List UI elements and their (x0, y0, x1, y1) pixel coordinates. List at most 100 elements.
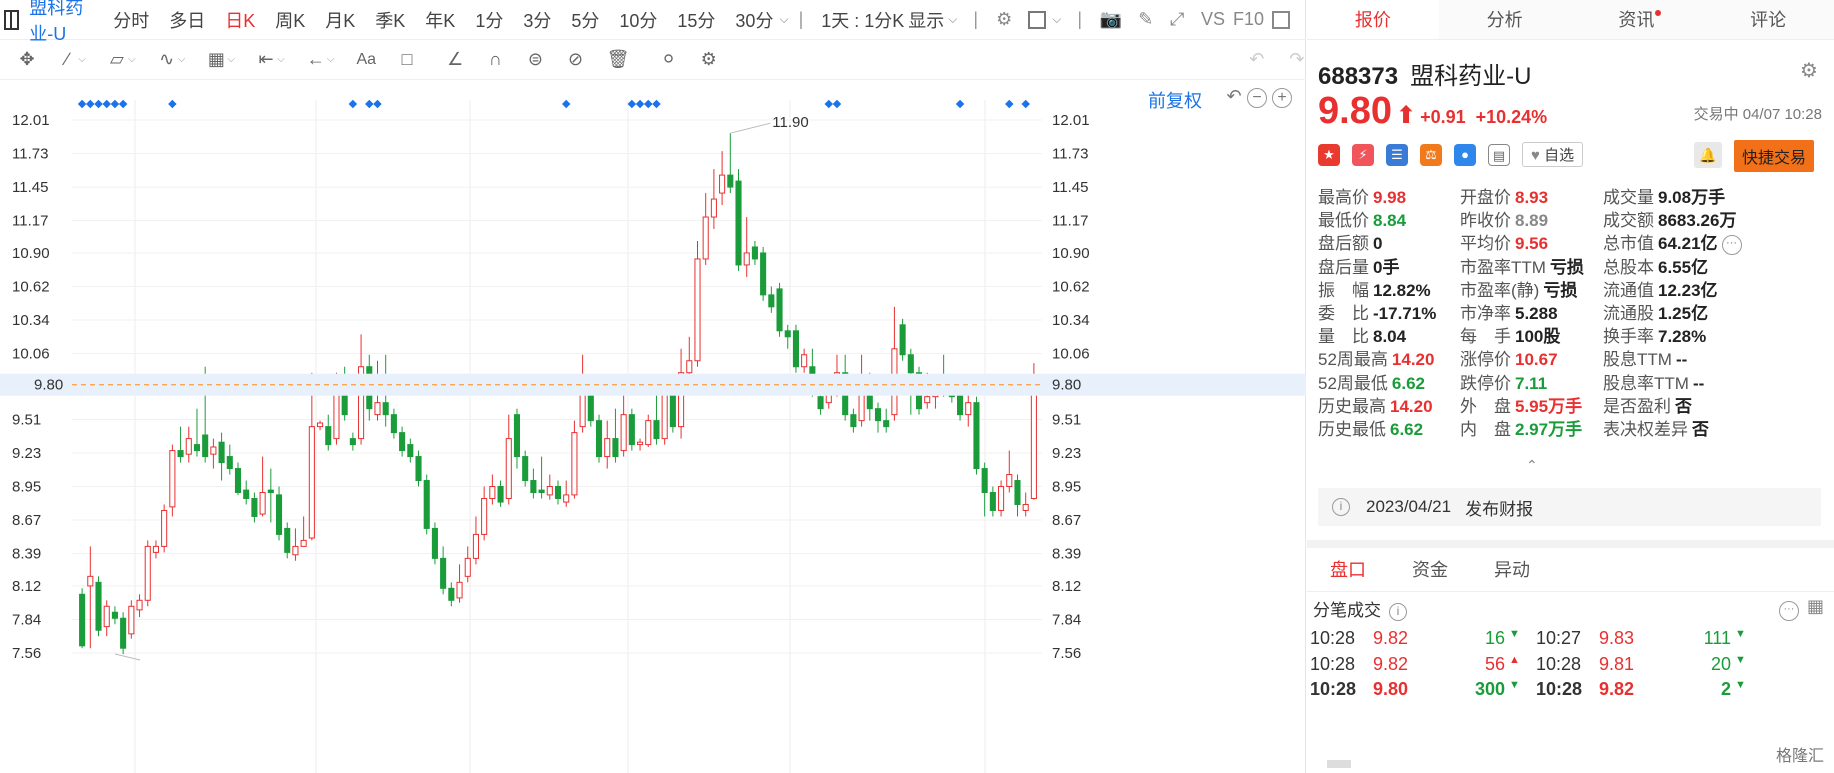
trash-icon[interactable]: 🗑 (607, 48, 630, 72)
bell-icon[interactable]: 🔔 (1694, 142, 1722, 168)
fib-tool-icon[interactable]: ▦ (207, 48, 225, 72)
comment-icon[interactable]: □ (398, 48, 416, 72)
quick-trade-button[interactable]: 快捷交易 (1734, 140, 1815, 172)
candle-body (792, 330, 799, 368)
earnings-notice[interactable]: i 2023/04/21 发布财报 (1318, 488, 1821, 526)
chevron-down-icon[interactable]: ⌵ (327, 54, 335, 65)
kline-svg[interactable]: 12.01 12.01 11.73 11.73 11.45 11.45 11.17 11.17… (0, 80, 1306, 773)
period-tab-4[interactable]: 月K (325, 7, 355, 33)
candle-body (760, 252, 767, 296)
tag-icon[interactable]: ● (1454, 143, 1476, 166)
event-marker (168, 99, 177, 109)
range-selector[interactable]: 1天 : 1分K (821, 7, 904, 33)
panel-toggle-icon[interactable] (1272, 9, 1290, 31)
reset-icon[interactable]: ↶ (1224, 87, 1244, 108)
channel-tool-icon[interactable]: ▱ (108, 48, 126, 72)
tab-orderbook[interactable]: 盘口 (1307, 548, 1389, 591)
trend-line (114, 653, 141, 661)
candle-body (505, 438, 512, 499)
more-icon[interactable]: ··· (1778, 601, 1799, 621)
period-tab-12[interactable]: 30分 (735, 7, 773, 33)
grid-icon[interactable]: ▦ (1807, 596, 1824, 616)
period-tab-10[interactable]: 10分 (619, 7, 657, 33)
candle-body (431, 527, 438, 559)
quote-settings-icon[interactable]: ⚙ (1800, 58, 1820, 82)
magnet-icon[interactable]: ∩ (486, 48, 504, 72)
document-icon[interactable]: ▤ (1488, 143, 1510, 166)
collapse-chevron-icon[interactable]: ⌃ (1526, 457, 1538, 474)
china-flag-icon[interactable]: ★ (1318, 143, 1340, 166)
more-icon[interactable]: ··· (1721, 234, 1742, 255)
settings-gear-icon[interactable]: ⚙ (996, 9, 1012, 31)
chevron-down-icon[interactable]: ⌵ (128, 54, 136, 65)
arrow-tool-icon[interactable]: ← (307, 48, 325, 72)
watchlist-button[interactable]: ♥ 自选 (1522, 142, 1584, 167)
move-cross-icon[interactable]: ✥ (18, 48, 36, 72)
hide-icon[interactable]: ⊘ (567, 48, 585, 72)
y-tick-label-right: 11.45 (1052, 179, 1088, 196)
chevron-down-icon[interactable]: ⌵ (178, 54, 186, 65)
pen-icon[interactable]: ✎ (1138, 9, 1153, 31)
f10-button[interactable]: F10 (1233, 9, 1264, 30)
display-chevron-icon[interactable]: ⌵ (948, 12, 957, 27)
line-tool-icon[interactable]: ∕ (58, 48, 76, 72)
stock-header: 688373 盟科药业-U (1318, 56, 1531, 91)
vs-button[interactable]: VS (1201, 9, 1225, 30)
event-marker (955, 99, 965, 109)
balance-icon[interactable]: ⚖ (1420, 143, 1442, 166)
chevron-down-icon[interactable]: ⌵ (78, 54, 86, 65)
period-more-chevron-icon[interactable]: ⌵ (779, 12, 788, 27)
candle-body (111, 611, 118, 619)
tab-analysis[interactable]: 分析 (1439, 0, 1571, 39)
lightning-icon[interactable]: ⚡ (1352, 143, 1374, 166)
fullscreen-icon[interactable]: ⤢ (1169, 9, 1184, 31)
adjust-mode-button[interactable]: 前复权 (1148, 87, 1202, 113)
candle-body (497, 486, 504, 503)
toolbar-settings-icon[interactable]: ⚙ (700, 48, 718, 72)
period-tab-11[interactable]: 15分 (677, 7, 715, 33)
sidebar-toggle-icon[interactable] (4, 9, 20, 30)
tab-quote[interactable]: 报价 (1307, 0, 1439, 39)
candle-body (120, 617, 127, 649)
tab-movement[interactable]: 异动 (1471, 548, 1553, 591)
scrollbar-thumb[interactable] (1327, 760, 1351, 768)
checkbox-icon[interactable] (1028, 9, 1047, 31)
chevron-down-icon[interactable]: ⌵ (227, 54, 235, 65)
period-tab-9[interactable]: 5分 (571, 7, 599, 33)
measure-tool-icon[interactable]: ⇤ (257, 48, 275, 72)
period-tab-7[interactable]: 1分 (475, 7, 503, 33)
database-icon[interactable]: ☰ (1386, 143, 1408, 166)
period-tab-6[interactable]: 年K (425, 7, 455, 33)
period-tab-1[interactable]: 多日 (169, 7, 205, 33)
event-marker (77, 99, 87, 109)
quote-field: 流通股 1.25亿 (1603, 299, 1708, 324)
trades-tools: ··· ▦ (1778, 596, 1824, 621)
link-icon[interactable]: ⚪ (660, 48, 678, 72)
wave-tool-icon[interactable]: ∿ (158, 48, 176, 72)
redo-icon[interactable]: ↷ (1288, 48, 1306, 72)
period-tab-3[interactable]: 周K (275, 7, 305, 33)
period-tab-2[interactable]: 日K (225, 7, 255, 33)
display-menu[interactable]: 显示 (908, 7, 944, 33)
lock-icon[interactable]: ⊜ (526, 48, 544, 72)
period-tab-0[interactable]: 分时 (113, 7, 149, 33)
text-tool-icon[interactable]: Aa (356, 48, 376, 72)
candle-body (177, 450, 184, 458)
chevron-down-icon[interactable]: ⌵ (277, 54, 285, 65)
info-icon[interactable]: i (1389, 602, 1407, 621)
kline-chart[interactable]: 12.01 12.01 11.73 11.73 11.45 11.45 11.17 11.17… (0, 80, 1306, 773)
tab-capital[interactable]: 资金 (1389, 548, 1471, 591)
zoom-out-icon[interactable]: − (1247, 88, 1267, 108)
field-label: 盘后额 (1318, 234, 1369, 254)
period-tab-5[interactable]: 季K (375, 7, 405, 33)
symbol-name[interactable]: 盟科药业-U (29, 0, 93, 46)
tab-comments[interactable]: 评论 (1702, 0, 1834, 39)
camera-icon[interactable]: 📷 (1100, 9, 1122, 31)
checkbox-chevron-icon[interactable]: ⌵ (1052, 12, 1061, 27)
undo-icon[interactable]: ↶ (1248, 48, 1266, 72)
tab-news[interactable]: 资讯 (1571, 0, 1703, 39)
zoom-in-icon[interactable]: + (1272, 88, 1292, 108)
candle-body (965, 402, 972, 416)
ruler-icon[interactable]: ∠ (446, 48, 464, 72)
period-tab-8[interactable]: 3分 (523, 7, 551, 33)
